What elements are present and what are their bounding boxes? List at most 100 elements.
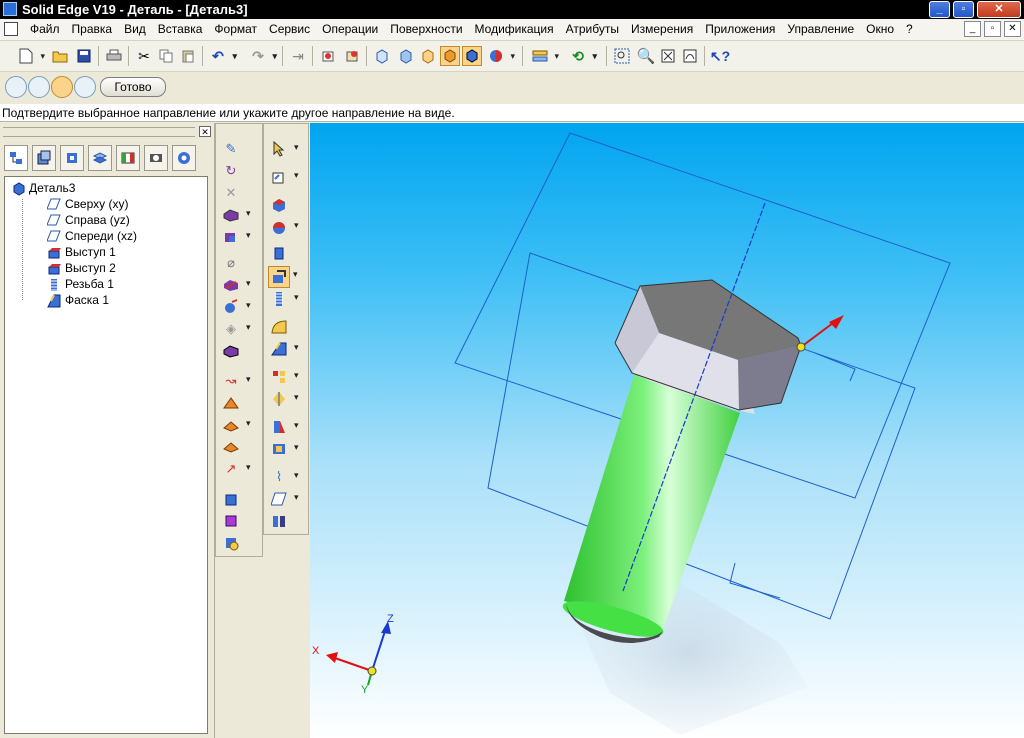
zoom-icon[interactable]: 🔍	[636, 46, 656, 66]
sweep-icon[interactable]: ✕	[222, 184, 240, 202]
normal-protrusion-icon[interactable]	[222, 438, 240, 456]
restore-button[interactable]: ▫	[953, 1, 974, 18]
pattern-feature-icon[interactable]	[270, 368, 299, 386]
shaded-edges-icon[interactable]	[462, 46, 482, 66]
hole-icon[interactable]: ⌀	[222, 254, 240, 272]
shaded-icon[interactable]	[440, 46, 460, 66]
zoom-area-icon[interactable]	[612, 46, 632, 66]
menu-tools[interactable]: Сервис	[263, 22, 316, 37]
cut-icon[interactable]: ✂	[134, 46, 154, 66]
graphics-viewport[interactable]: Z X Y	[310, 123, 1024, 738]
minimize-button[interactable]: _	[929, 1, 950, 18]
menu-help[interactable]: ?	[900, 22, 919, 37]
select-arrow-icon[interactable]	[270, 140, 299, 158]
import-icon[interactable]: ⇥	[288, 46, 308, 66]
parting-icon[interactable]: ↗	[222, 460, 251, 478]
mirror-icon[interactable]	[222, 490, 240, 508]
thread-tool-icon[interactable]	[222, 298, 251, 316]
tree-item-thread-1[interactable]: Резьба 1	[47, 276, 114, 292]
paste-icon[interactable]	[178, 46, 198, 66]
step-extent-button[interactable]	[74, 76, 96, 98]
curve-icon[interactable]: ↝	[222, 372, 251, 390]
swept-protrusion-icon[interactable]	[270, 244, 288, 262]
redo-icon[interactable]: ↷	[248, 46, 277, 66]
tab-sensors[interactable]	[144, 145, 168, 171]
tab-properties[interactable]	[172, 145, 196, 171]
menu-window[interactable]: Окно	[860, 22, 900, 37]
menu-format[interactable]: Формат	[208, 22, 263, 37]
help-icon[interactable]: ↖?	[710, 46, 730, 66]
copy-part-icon[interactable]	[222, 512, 240, 530]
tab-family[interactable]	[116, 145, 140, 171]
menu-features[interactable]: Операции	[316, 22, 384, 37]
copy-icon[interactable]	[156, 46, 176, 66]
tree-root[interactable]: Деталь3	[11, 180, 75, 196]
direction-origin-point[interactable]	[796, 342, 806, 352]
save-icon[interactable]	[74, 46, 94, 66]
undo-icon[interactable]: ↶	[208, 46, 237, 66]
thread-feature-icon[interactable]	[270, 290, 299, 308]
step-profile-button[interactable]	[28, 76, 50, 98]
doc-close-button[interactable]: ✕	[1004, 21, 1021, 37]
menu-manage[interactable]: Управление	[781, 22, 860, 37]
tree-item-plane-right[interactable]: Справа (yz)	[46, 212, 130, 228]
layers-icon[interactable]	[530, 46, 559, 66]
render-icon[interactable]	[486, 46, 515, 66]
tab-features[interactable]	[4, 145, 28, 171]
tab-parts[interactable]	[60, 145, 84, 171]
tab-layers[interactable]	[88, 145, 112, 171]
revolved-cutout-icon[interactable]	[222, 228, 251, 246]
print-icon[interactable]	[104, 46, 124, 66]
helix-icon[interactable]	[222, 416, 251, 434]
shell-icon[interactable]	[270, 440, 299, 458]
protrusion-tool-icon[interactable]	[270, 196, 288, 214]
menu-edit[interactable]: Правка	[66, 22, 119, 37]
wireframe-icon[interactable]	[418, 46, 438, 66]
chamfer-tool-icon[interactable]	[270, 340, 299, 358]
step-plane-button[interactable]	[5, 76, 27, 98]
draft-face-icon[interactable]	[270, 418, 299, 436]
view-front-icon[interactable]	[372, 46, 392, 66]
revolved-protrusion-icon[interactable]	[270, 218, 299, 236]
model-canvas[interactable]: Z X Y	[310, 123, 1024, 738]
part-icon[interactable]	[342, 46, 362, 66]
reference-plane-icon[interactable]	[270, 490, 299, 508]
done-button[interactable]: Готово	[100, 77, 166, 97]
pattern-icon[interactable]: ◈	[222, 320, 251, 338]
panel-close-button[interactable]: ✕	[199, 126, 211, 137]
sketch-icon[interactable]: ✎	[222, 140, 240, 158]
pan-icon[interactable]	[680, 46, 700, 66]
menu-applications[interactable]: Приложения	[699, 22, 781, 37]
panel-grip[interactable]	[3, 127, 195, 137]
menu-attributes[interactable]: Атрибуты	[560, 22, 625, 37]
rib-icon[interactable]	[222, 276, 251, 294]
app-icon[interactable]	[3, 2, 17, 16]
menu-file[interactable]: Файл	[24, 22, 66, 37]
mirror-feature-icon[interactable]	[270, 390, 299, 408]
revolve-icon[interactable]: ↻	[222, 162, 240, 180]
tree-item-protrusion-1[interactable]: Выступ 1	[47, 244, 116, 260]
round-icon[interactable]	[270, 318, 288, 336]
close-button[interactable]: ✕	[977, 1, 1021, 18]
view-iso-icon[interactable]	[396, 46, 416, 66]
doc-minimize-button[interactable]: _	[964, 21, 981, 37]
tree-item-chamfer-1[interactable]: Фаска 1	[47, 292, 109, 308]
sketch-2d-icon[interactable]	[270, 168, 299, 186]
open-icon[interactable]	[50, 46, 70, 66]
menu-surfaces[interactable]: Поверхности	[384, 22, 468, 37]
reference-curve-icon[interactable]: ⌇	[270, 468, 299, 486]
document-icon[interactable]	[4, 22, 18, 36]
new-icon[interactable]	[16, 46, 45, 66]
tree-item-plane-top[interactable]: Сверху (xy)	[46, 196, 128, 212]
tab-library[interactable]	[32, 145, 56, 171]
tree-item-plane-front[interactable]: Спереди (xz)	[46, 228, 137, 244]
menu-modify[interactable]: Модификация	[469, 22, 560, 37]
draft-icon[interactable]	[222, 534, 240, 552]
tree-item-protrusion-2[interactable]: Выступ 2	[47, 260, 116, 276]
rotate-icon[interactable]: ⟲	[568, 46, 597, 66]
split-body-icon[interactable]	[270, 512, 288, 530]
menu-inspect[interactable]: Измерения	[625, 22, 699, 37]
loft-icon[interactable]	[222, 394, 240, 412]
lofted-protrusion-icon[interactable]	[268, 266, 298, 288]
menu-insert[interactable]: Вставка	[152, 22, 209, 37]
